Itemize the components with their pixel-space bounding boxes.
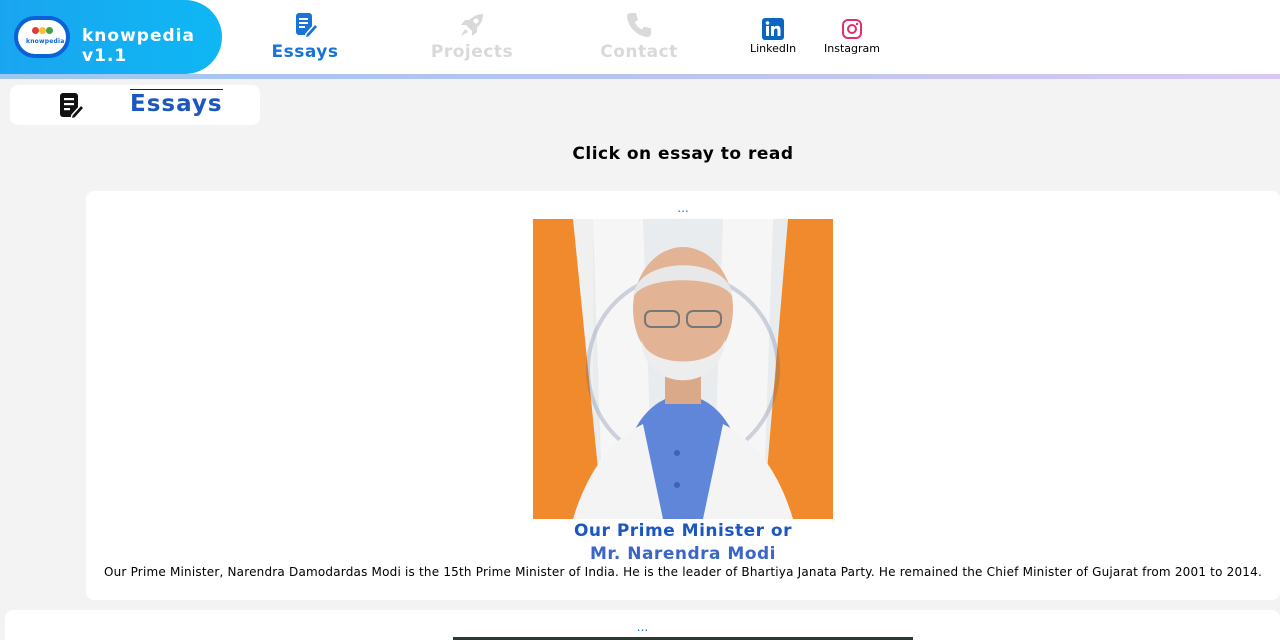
essay-card[interactable]: ...	[5, 610, 1280, 640]
loading-dots: ...	[677, 201, 689, 215]
logo-dots	[28, 27, 58, 35]
essay-thumbnail[interactable]	[533, 219, 833, 519]
header-divider	[0, 74, 1280, 79]
nav-essays-label: Essays	[271, 42, 339, 62]
essay-title[interactable]: Our Prime Minister or Mr. Narendra Modi	[86, 520, 1280, 566]
instagram-label: Instagram	[824, 42, 880, 55]
rocket-icon	[461, 14, 483, 36]
brand-logo[interactable]: knowpedia knowpedia v1.1	[0, 0, 222, 74]
essay-icon	[296, 13, 320, 40]
section-header: Essays	[10, 85, 260, 125]
essay-card[interactable]: ... Our Prime Minister or Mr. Narendra M…	[86, 191, 1280, 600]
loading-dots: ...	[636, 620, 649, 634]
instagram-icon	[842, 19, 862, 39]
linkedin-label: LinkedIn	[749, 42, 797, 55]
social-linkedin[interactable]: LinkedIn	[738, 18, 808, 58]
instruction-text: Click on essay to read	[572, 144, 794, 164]
logo-mini-text: knowpedia	[26, 38, 65, 45]
nav-essays[interactable]: Essays	[260, 10, 350, 66]
social-instagram[interactable]: Instagram	[817, 18, 887, 58]
nav-contact[interactable]: Contact	[594, 10, 684, 66]
nav-projects[interactable]: Projects	[427, 10, 517, 66]
section-title: Essays	[130, 89, 223, 117]
nav-contact-label: Contact	[600, 42, 678, 62]
essay-icon	[60, 93, 86, 119]
top-navbar: knowpedia knowpedia v1.1 Essays Projects…	[0, 0, 1280, 76]
essay-title-line-2: Mr. Narendra Modi	[589, 544, 776, 564]
nav-projects-label: Projects	[430, 42, 514, 62]
phone-icon	[627, 13, 651, 37]
brand-name: knowpedia v1.1	[82, 26, 195, 66]
essay-title-line-1: Our Prime Minister or	[573, 521, 792, 541]
logo-badge: knowpedia	[14, 16, 70, 58]
linkedin-icon	[762, 18, 784, 40]
essay-description: Our Prime Minister, Narendra Damodardas …	[103, 565, 1262, 579]
